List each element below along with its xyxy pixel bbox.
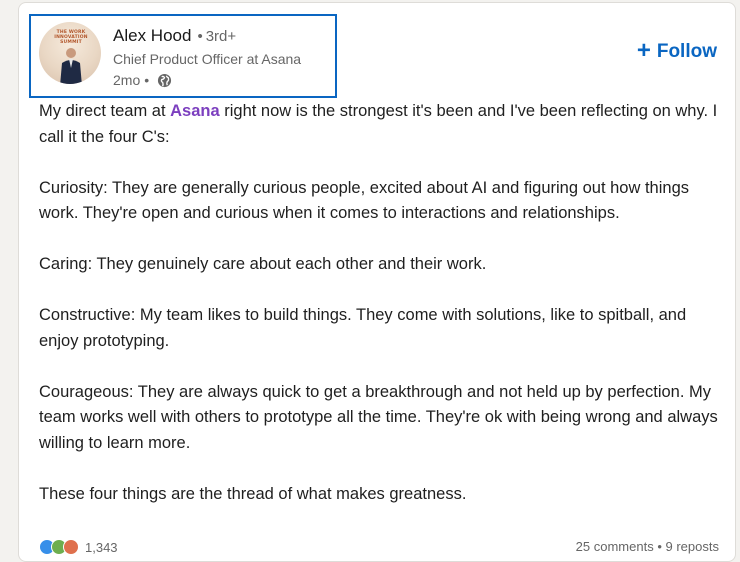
reaction-count: 1,343	[85, 539, 118, 555]
avatar-event-text: THE WORK INNOVATION SUMMIT	[54, 30, 88, 45]
author-headline: Chief Product Officer at Asana	[113, 51, 302, 67]
post-paragraph-closing: These four things are the thread of what…	[39, 484, 467, 503]
globe-icon	[158, 73, 172, 87]
comment-repost-counts: 25 comments • 9 reposts	[576, 539, 719, 554]
author-name-row: Alex Hood • 3rd+	[113, 26, 236, 46]
post-card: THE WORK INNOVATION SUMMIT Alex Hood • 3rd…	[18, 2, 736, 562]
meta-separator: •	[144, 72, 150, 88]
mention-link-asana[interactable]: Asana	[170, 102, 220, 120]
follow-button[interactable]: + Follow	[636, 37, 717, 64]
name-separator: •	[197, 28, 203, 45]
post-paragraph-intro: My direct team at Asana right now is the…	[39, 102, 718, 146]
follow-label: Follow	[656, 41, 717, 62]
post-paragraph-caring: Caring: They genuinely care about each o…	[39, 255, 487, 273]
avatar-person-image	[60, 48, 82, 84]
post-paragraph-constructive: Constructive: My team likes to build thi…	[39, 306, 687, 350]
author-avatar[interactable]: THE WORK INNOVATION SUMMIT	[39, 22, 101, 84]
plus-icon: +	[636, 37, 651, 64]
reposts-count[interactable]: 9 reposts	[666, 539, 719, 554]
post-meta: 2mo •	[113, 72, 172, 88]
comments-count[interactable]: 25 comments	[576, 539, 654, 554]
social-counts: 1,343 25 comments • 9 reposts	[39, 539, 719, 559]
post-time: 2mo	[113, 72, 141, 88]
post-paragraph-curiosity: Curiosity: They are generally curious pe…	[39, 178, 690, 223]
post-text: My direct team at Asana right now is the…	[39, 99, 719, 533]
post-paragraph-courageous: Courageous: They are always quick to get…	[39, 382, 718, 452]
author-name[interactable]: Alex Hood	[113, 26, 191, 45]
post-author-header[interactable]: THE WORK INNOVATION SUMMIT Alex Hood • 3rd…	[29, 14, 337, 98]
counts-separator: •	[657, 539, 662, 554]
connection-degree: 3rd+	[205, 28, 237, 45]
